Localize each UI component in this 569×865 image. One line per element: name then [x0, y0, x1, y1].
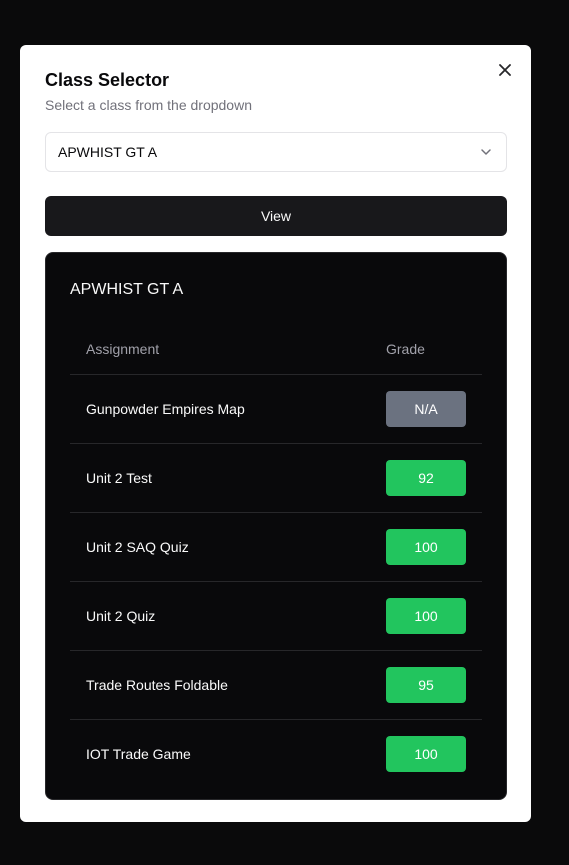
grade-badge: 95 [386, 667, 466, 703]
close-icon [499, 64, 511, 76]
dialog-subtitle: Select a class from the dropdown [45, 97, 252, 113]
grades-card: APWHIST GT A Assignment Grade Gunpowder … [45, 252, 507, 800]
grade-badge: N/A [386, 391, 466, 427]
grade-cell: 95 [370, 650, 482, 720]
assignment-name: Gunpowder Empires Map [70, 374, 370, 444]
assignment-name: Trade Routes Foldable [70, 650, 370, 720]
table-row: Unit 2 Quiz 100 [70, 581, 482, 651]
table-header-row: Assignment Grade [70, 324, 482, 375]
grades-table: Assignment Grade Gunpowder Empires Map N/… [70, 324, 482, 788]
assignment-name: Unit 2 Quiz [70, 581, 370, 651]
card-title: APWHIST GT A [70, 281, 184, 298]
class-selector-dialog: Class Selector Select a class from the d… [20, 45, 531, 822]
grade-cell: 100 [370, 512, 482, 582]
table-row: Unit 2 Test 92 [70, 443, 482, 513]
assignment-name: Unit 2 Test [70, 443, 370, 513]
close-button[interactable] [495, 59, 515, 81]
grade-badge: 100 [386, 736, 466, 772]
grade-cell: 100 [370, 581, 482, 651]
table-row: Unit 2 SAQ Quiz 100 [70, 512, 482, 582]
grade-badge: 100 [386, 529, 466, 565]
table-row: Trade Routes Foldable 95 [70, 650, 482, 720]
grade-cell: 92 [370, 443, 482, 513]
view-button[interactable]: View [45, 196, 507, 236]
assignment-name: IOT Trade Game [86, 746, 191, 762]
class-select[interactable]: APWHIST GT A [45, 132, 507, 172]
grade-badge: 92 [386, 460, 466, 496]
table-row: IOT Trade Game 100 [70, 720, 482, 789]
table-row: Gunpowder Empires Map N/A [70, 374, 482, 444]
assignment-name: Unit 2 SAQ Quiz [70, 512, 370, 582]
chevron-down-icon [479, 145, 493, 159]
column-header-assignment: Assignment [70, 324, 370, 375]
class-select-value: APWHIST GT A [58, 144, 158, 160]
grade-badge: 100 [386, 598, 466, 634]
grade-cell: 100 [370, 720, 482, 789]
dialog-title: Class Selector [45, 70, 170, 90]
column-header-grade: Grade [370, 324, 482, 375]
grade-cell: N/A [370, 374, 482, 444]
